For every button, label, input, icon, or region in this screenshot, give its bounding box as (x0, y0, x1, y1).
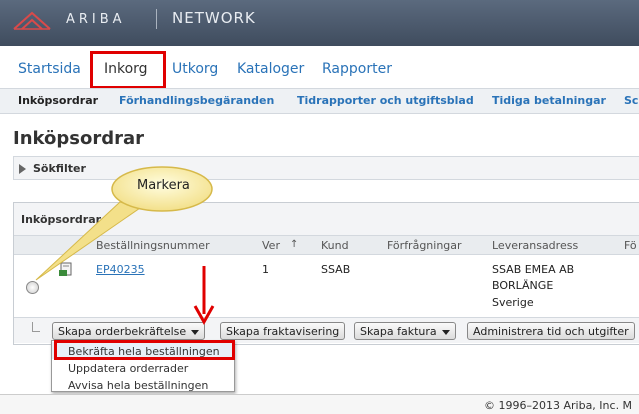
column-delivery-address[interactable]: Leveransadress (492, 239, 578, 252)
product-name: NETWORK (172, 9, 256, 27)
copyright-text: © 1996–2013 Ariba, Inc. M (484, 399, 633, 412)
subnav-overflow-item[interactable]: Sc (624, 94, 638, 107)
menu-item-update-lines[interactable]: Uppdatera orderrader (52, 359, 234, 376)
tab-highlight-box (90, 51, 166, 89)
column-requests[interactable]: Förfrågningar (387, 239, 462, 252)
menu-item-reject-all[interactable]: Avvisa hela beställningen (52, 376, 234, 393)
column-customer[interactable]: Kund (321, 239, 349, 252)
order-customer: SSAB (321, 263, 351, 276)
create-invoice-button[interactable]: Skapa faktura (354, 322, 456, 340)
address-line-3: Sverige (492, 296, 534, 309)
chevron-down-icon (441, 329, 450, 335)
subnav-tidrapporter[interactable]: Tidrapporter och utgiftsblad (297, 94, 474, 107)
callout-label: Markera (137, 178, 190, 193)
sub-navigation: Inköpsordrar Förhandlingsbegäranden Tidr… (0, 88, 639, 114)
main-tabs: Startsida Inkorg Utkorg Kataloger Rappor… (0, 46, 639, 89)
tab-startsida[interactable]: Startsida (18, 61, 81, 77)
red-arrow-icon (193, 266, 215, 326)
sort-ascending-icon[interactable]: ↑ (290, 239, 298, 250)
address-line-1: SSAB EMEA AB (492, 263, 575, 276)
order-version: 1 (262, 263, 269, 276)
column-ver[interactable]: Ver (262, 239, 280, 252)
brand-divider (156, 9, 157, 29)
subnav-forhandlingsbegaranden[interactable]: Förhandlingsbegäranden (119, 94, 274, 107)
page-title: Inköpsordrar (13, 128, 144, 149)
tree-indent-icon (32, 322, 40, 332)
manage-time-expenses-button[interactable]: Administrera tid och utgifter (467, 322, 635, 340)
app-header: ARIBA NETWORK (0, 0, 639, 46)
tab-rapporter[interactable]: Rapporter (322, 61, 392, 77)
page-footer: © 1996–2013 Ariba, Inc. M (0, 394, 639, 414)
create-confirmation-button[interactable]: Skapa orderbekräftelse (52, 322, 206, 340)
tab-utkorg[interactable]: Utkorg (172, 61, 218, 77)
create-invoice-label: Skapa faktura (360, 325, 437, 338)
brand-name: ARIBA (66, 12, 126, 27)
column-truncated[interactable]: Fö (624, 239, 637, 252)
create-confirmation-label: Skapa orderbekräftelse (58, 325, 187, 338)
subnav-tidiga-betalningar[interactable]: Tidiga betalningar (492, 94, 606, 107)
subnav-inkopsordrar[interactable]: Inköpsordrar (18, 94, 98, 107)
create-shipping-button[interactable]: Skapa fraktavisering (220, 322, 346, 340)
tab-kataloger[interactable]: Kataloger (237, 61, 304, 77)
address-line-2: BORLÄNGE (492, 279, 554, 292)
menu-highlight-box (54, 340, 235, 360)
ariba-logo-icon (13, 11, 51, 30)
